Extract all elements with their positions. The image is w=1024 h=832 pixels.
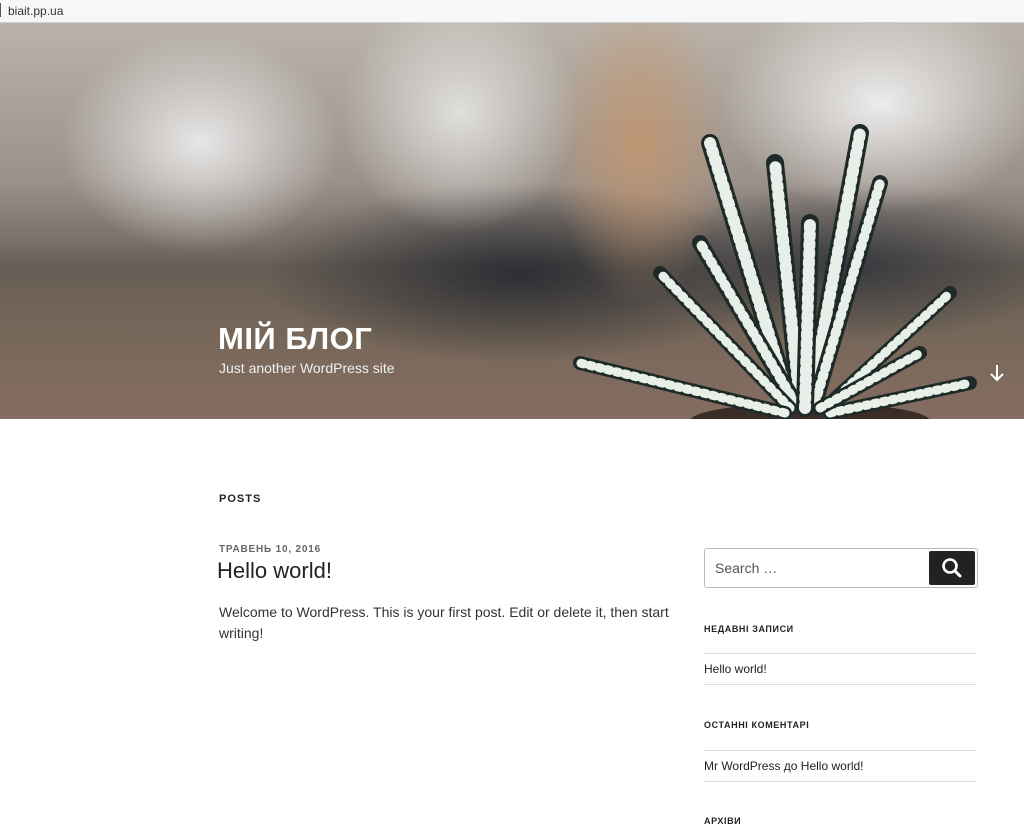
recent-posts-title: НЕДАВНІ ЗАПИСИ [704,624,794,634]
header-plant-image [573,124,977,419]
url-text[interactable]: biait.pp.ua [8,4,63,18]
divider [704,653,977,654]
search-icon [942,558,962,578]
arrow-down-icon[interactable] [988,363,1006,383]
divider [704,684,977,685]
recent-post-link[interactable]: Hello world! [704,662,767,676]
site-header: МІЙ БЛОГ Just another WordPress site [0,23,1024,419]
recent-comments-title: ОСТАННІ КОМЕНТАРІ [704,720,810,730]
site-title[interactable]: МІЙ БЛОГ [218,321,372,357]
comment-connector: до [780,759,801,773]
recent-comment-item: Mr WordPress до Hello world! [704,759,864,773]
browser-address-bar[interactable]: biait.pp.ua [0,0,1024,23]
search-form [704,548,978,588]
comment-author-link[interactable]: Mr WordPress [704,759,780,773]
divider [704,750,977,751]
divider [704,781,977,782]
post-title-link[interactable]: Hello world! [217,558,332,584]
text-cursor [0,3,1,17]
site-description: Just another WordPress site [219,360,395,376]
comment-post-link[interactable]: Hello world! [801,759,864,773]
search-input[interactable] [705,549,927,587]
post-excerpt: Welcome to WordPress. This is your first… [219,604,669,641]
archives-title: АРХІВИ [704,816,742,826]
search-button[interactable] [929,551,975,585]
post-date[interactable]: ТРАВЕНЬ 10, 2016 [219,544,321,555]
posts-heading: POSTS [219,493,262,505]
